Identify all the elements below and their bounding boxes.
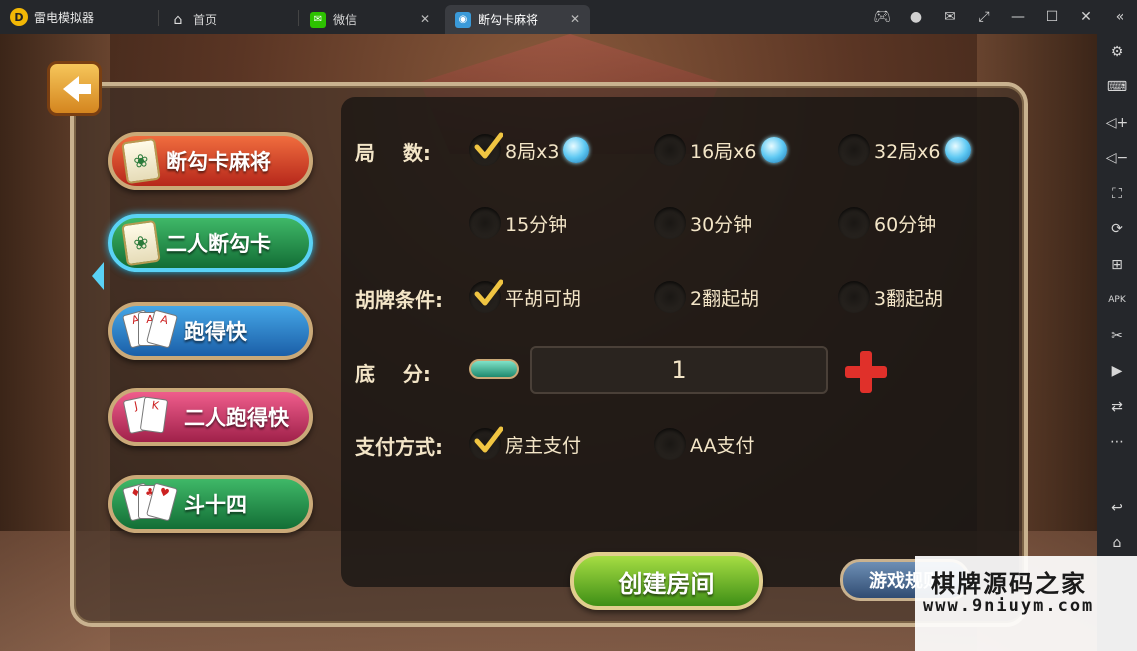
watermark-title: 棋牌源码之家 [931, 570, 1087, 598]
tab-home[interactable]: ⌂ 首页 [160, 5, 295, 34]
record-icon[interactable]: ⟳ [1097, 212, 1137, 248]
home-icon: ⌂ [173, 11, 183, 28]
mahjong-tile-icon: ❀ [121, 219, 161, 267]
settings-icon[interactable]: ⚙ [1097, 34, 1137, 70]
restore-icon[interactable]: ⤢ [967, 0, 1001, 34]
back-icon[interactable]: ↩ [1097, 490, 1137, 526]
base-score-label: 底 分: [355, 362, 431, 386]
close-tab-icon[interactable]: ✕ [420, 12, 430, 26]
radio-button [838, 207, 870, 239]
back-arrow-icon [62, 75, 91, 102]
radio-button [838, 281, 870, 313]
option-hu-2fan[interactable]: 2翻起胡 [654, 280, 759, 314]
create-room-button[interactable]: 创建房间 [570, 552, 763, 610]
radio-button [469, 132, 503, 166]
apk-icon[interactable]: APK [1097, 283, 1137, 319]
option-pay-aa[interactable]: AA支付 [654, 427, 755, 461]
decrease-score-button[interactable] [469, 359, 519, 379]
radio-button [469, 207, 501, 239]
checkmark-icon [474, 279, 503, 306]
wechat-icon: ✉ [310, 11, 326, 28]
selection-pointer [92, 262, 104, 290]
radio-button [654, 281, 686, 313]
playing-cards-icon: A A A [122, 309, 178, 352]
checkmark-icon [474, 132, 503, 159]
game-item-doushisi[interactable]: ♦ ♣ ♥ 斗十四 [108, 475, 313, 533]
close-tab-icon[interactable]: ✕ [570, 12, 580, 26]
game-item-paodekuai[interactable]: A A A 跑得快 [108, 302, 313, 360]
option-hu-3fan[interactable]: 3翻起胡 [838, 280, 943, 314]
scissors-icon[interactable]: ✂ [1097, 318, 1137, 354]
app-brand: D 雷电模拟器 [10, 7, 94, 27]
settings-panel [341, 97, 1019, 587]
game-item-two-player-duangouka[interactable]: ❀ 二人断勾卡 [108, 214, 313, 272]
game-item-duangouka[interactable]: ❀ 断勾卡麻将 [108, 132, 313, 190]
window-controls: 🎮︎ ● ✉ ⤢ — ☐ ✕ « [865, 0, 1137, 34]
option-time-15[interactable]: 15分钟 [469, 206, 567, 240]
close-icon[interactable]: ✕ [1069, 0, 1103, 34]
tab-wechat[interactable]: ✉ 微信 ✕ [300, 5, 440, 34]
tab-label: 微信 [333, 13, 358, 27]
volume-up-icon[interactable]: ◁+ [1097, 105, 1137, 141]
game-icon: ◉ [455, 11, 471, 28]
mail-icon[interactable]: ✉ [933, 0, 967, 34]
keyboard-icon[interactable]: ⌨ [1097, 70, 1137, 106]
back-button[interactable] [47, 61, 102, 116]
tab-game[interactable]: ◉ 断勾卡麻将 ✕ [445, 5, 590, 34]
sync-icon[interactable]: ⇄ [1097, 389, 1137, 425]
rounds-label: 局 数: [355, 141, 431, 165]
video-icon[interactable]: ▶ [1097, 354, 1137, 390]
option-rounds-16[interactable]: 16局x6 [654, 133, 787, 167]
checkmark-icon [474, 426, 503, 453]
game-item-two-player-paodekuai[interactable]: J K 二人跑得快 [108, 388, 313, 446]
payment-label: 支付方式: [355, 435, 443, 459]
tab-separator [158, 10, 159, 26]
title-bar: D 雷电模拟器 ⌂ 首页 ✉ 微信 ✕ ◉ 断勾卡麻将 ✕ 🎮︎ ● ✉ ⤢ —… [0, 0, 1137, 34]
radio-button [654, 207, 686, 239]
emulator-window: D 雷电模拟器 ⌂ 首页 ✉ 微信 ✕ ◉ 断勾卡麻将 ✕ 🎮︎ ● ✉ ⤢ —… [0, 0, 1137, 651]
tab-label: 首页 [193, 13, 218, 27]
option-rounds-32[interactable]: 32局x6 [838, 133, 971, 167]
option-time-30[interactable]: 30分钟 [654, 206, 752, 240]
tab-label: 断勾卡麻将 [478, 13, 539, 27]
option-pay-owner[interactable]: 房主支付 [469, 426, 581, 461]
option-hu-pinghu[interactable]: 平胡可胡 [469, 279, 581, 314]
hu-condition-label: 胡牌条件: [355, 288, 443, 312]
increase-score-button[interactable] [843, 349, 889, 395]
radio-button [654, 428, 686, 460]
diamond-icon [944, 137, 971, 163]
collapse-icon[interactable]: « [1103, 0, 1137, 34]
radio-button [469, 426, 503, 460]
mahjong-tile-icon: ❀ [121, 137, 161, 185]
watermark-url: www.9niuym.com [923, 596, 1095, 616]
add-window-icon[interactable]: ⊞ [1097, 247, 1137, 283]
maximize-icon[interactable]: ☐ [1035, 0, 1069, 34]
playing-cards-icon: J K [122, 395, 176, 438]
diamond-icon [760, 137, 787, 163]
fullscreen-icon[interactable]: ⛶ [1097, 176, 1137, 212]
tab-separator [298, 10, 299, 26]
minimize-icon[interactable]: — [1001, 0, 1035, 34]
user-icon[interactable]: ● [899, 0, 933, 34]
diamond-icon [563, 137, 590, 163]
radio-button [654, 134, 686, 166]
app-logo-icon: D [10, 8, 28, 26]
base-score-value: 1 [530, 346, 828, 394]
radio-button [469, 279, 503, 313]
volume-down-icon[interactable]: ◁− [1097, 141, 1137, 177]
radio-button [838, 134, 870, 166]
app-name: 雷电模拟器 [34, 10, 95, 25]
more-icon[interactable]: ⋯ [1097, 425, 1137, 461]
option-time-60[interactable]: 60分钟 [838, 206, 936, 240]
watermark: 棋牌源码之家 www.9niuym.com [915, 556, 1137, 651]
gamepad-icon[interactable]: 🎮︎ [865, 0, 899, 34]
option-rounds-8[interactable]: 8局x3 [469, 132, 590, 167]
playing-cards-icon: ♦ ♣ ♥ [122, 482, 178, 525]
